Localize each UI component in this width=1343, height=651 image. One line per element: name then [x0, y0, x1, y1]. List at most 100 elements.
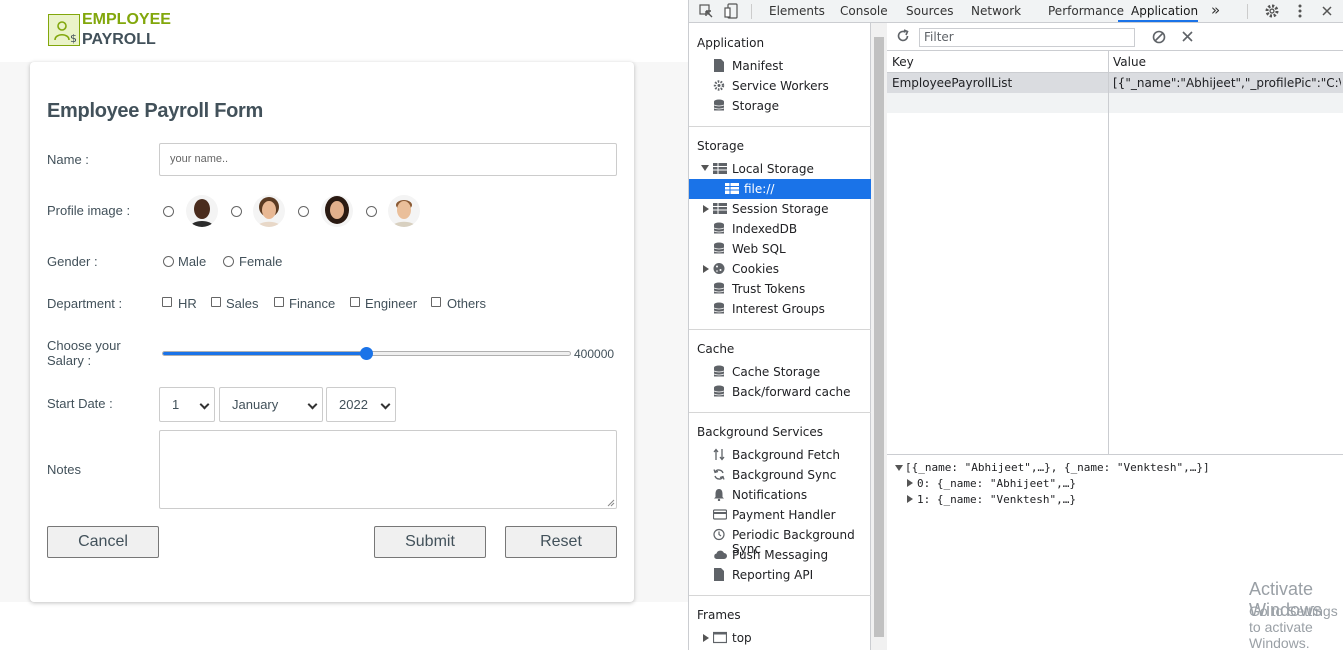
year-select[interactable]: 2022: [326, 387, 396, 422]
collapsed-triangle-icon[interactable]: [703, 265, 709, 273]
filter-input[interactable]: Filter: [919, 28, 1135, 47]
sidebar-item-frame-top[interactable]: top: [689, 628, 871, 648]
sidebar-item-back-forward-cache[interactable]: Back/forward cache: [689, 382, 871, 402]
sidebar-item-label: Interest Groups: [732, 302, 825, 316]
inspect-element-icon[interactable]: [698, 3, 714, 19]
delete-selected-icon[interactable]: [1181, 30, 1194, 43]
collapsed-triangle-icon[interactable]: [703, 205, 709, 213]
table-row[interactable]: EmployeePayrollList [{"_name":"Abhijeet"…: [887, 73, 1343, 93]
name-input[interactable]: your name..: [159, 143, 617, 176]
sidebar-item-service-workers[interactable]: Service Workers: [689, 76, 871, 96]
salary-label-line1: Choose your: [47, 338, 121, 353]
sidebar-item-periodic-background-sync[interactable]: Periodic Background Sync: [689, 525, 871, 556]
database-icon: [713, 242, 725, 254]
sidebar-item-background-fetch[interactable]: Background Fetch: [689, 445, 871, 465]
profile-avatar-2-icon: [253, 195, 285, 227]
sidebar-item-push-messaging[interactable]: Push Messaging: [689, 545, 871, 565]
gender-male-radio[interactable]: [163, 256, 174, 267]
gender-female-radio[interactable]: [223, 256, 234, 267]
sidebar-item-indexeddb[interactable]: IndexedDB: [689, 219, 871, 239]
tab-network[interactable]: Network: [971, 4, 1021, 18]
sidebar-item-trust-tokens[interactable]: Trust Tokens: [689, 279, 871, 299]
table-icon: [725, 183, 739, 194]
sidebar-item-cache-storage[interactable]: Cache Storage: [689, 362, 871, 382]
department-sales-checkbox[interactable]: [211, 297, 221, 307]
department-engineer-checkbox[interactable]: [350, 297, 360, 307]
sidebar-item-label: Web SQL: [732, 242, 786, 256]
close-devtools-icon[interactable]: [1319, 3, 1335, 19]
sidebar-item-label: Notifications: [732, 488, 808, 502]
resize-handle-icon[interactable]: [607, 499, 615, 507]
reset-button[interactable]: Reset: [505, 526, 617, 558]
department-others-checkbox[interactable]: [431, 297, 441, 307]
month-value: January: [232, 397, 279, 412]
sidebar-item-interest-groups[interactable]: Interest Groups: [689, 299, 871, 319]
gender-male-label: Male: [178, 254, 207, 269]
sidebar-item-reporting-api[interactable]: Reporting API: [689, 565, 871, 585]
section-storage: Storage: [697, 139, 744, 153]
sidebar-scrollbar[interactable]: [871, 23, 887, 650]
sidebar-item-file-origin[interactable]: file://: [689, 179, 871, 199]
sidebar-item-background-sync[interactable]: Background Sync: [689, 465, 871, 485]
department-finance-checkbox[interactable]: [274, 297, 284, 307]
logo: $ EMPLOYEE PAYROLL: [48, 10, 171, 50]
tab-performance[interactable]: Performance: [1048, 4, 1124, 18]
tab-divider: [751, 4, 752, 19]
more-tabs-button[interactable]: »: [1211, 1, 1220, 19]
more-options-icon[interactable]: [1292, 3, 1308, 19]
gear-icon: [713, 80, 725, 91]
chevron-down-icon: [380, 399, 391, 410]
sidebar-item-label: Manifest: [732, 59, 784, 73]
sidebar-item-web-sql[interactable]: Web SQL: [689, 239, 871, 259]
sidebar-item-local-storage[interactable]: Local Storage: [689, 159, 871, 179]
devtools-tab-bar: Elements Console Sources Network Perform…: [689, 0, 1343, 23]
clear-all-icon[interactable]: [1152, 30, 1166, 44]
sidebar-item-notifications[interactable]: Notifications: [689, 485, 871, 505]
month-select[interactable]: January: [219, 387, 323, 422]
cancel-button[interactable]: Cancel: [47, 526, 159, 558]
expanded-triangle-icon[interactable]: [895, 465, 903, 471]
section-divider: [689, 126, 871, 127]
notes-textarea[interactable]: [159, 430, 617, 509]
day-select[interactable]: 1: [159, 387, 215, 422]
sidebar-item-label: Background Sync: [732, 468, 837, 482]
department-hr-checkbox[interactable]: [162, 297, 172, 307]
collapsed-triangle-icon[interactable]: [907, 495, 913, 503]
tab-sources[interactable]: Sources: [906, 4, 953, 18]
refresh-icon[interactable]: [896, 29, 910, 43]
expanded-triangle-icon[interactable]: [701, 165, 709, 171]
collapsed-triangle-icon[interactable]: [907, 479, 913, 487]
collapsed-triangle-icon[interactable]: [703, 634, 709, 642]
department-finance-label: Finance: [289, 296, 336, 311]
gender-female-label: Female: [239, 254, 283, 269]
sidebar-item-manifest[interactable]: Manifest: [689, 56, 871, 76]
empty-table-row[interactable]: [887, 93, 1343, 113]
submit-button[interactable]: Submit: [374, 526, 486, 558]
sidebar-item-payment-handler[interactable]: Payment Handler: [689, 505, 871, 525]
sidebar-item-session-storage[interactable]: Session Storage: [689, 199, 871, 219]
sidebar-item-cookies[interactable]: Cookies: [689, 259, 871, 279]
profile-radio-3[interactable]: [298, 206, 309, 217]
settings-gear-icon[interactable]: [1264, 3, 1280, 19]
profile-radio-1[interactable]: [163, 206, 174, 217]
sidebar-scrollbar-thumb[interactable]: [874, 37, 884, 637]
tab-elements[interactable]: Elements: [769, 4, 825, 18]
tab-console[interactable]: Console: [840, 4, 888, 18]
key-column-header[interactable]: Key: [892, 55, 914, 69]
preview-item-0: 0: {_name: "Abhijeet",…}: [917, 477, 1076, 490]
section-application: Application: [697, 36, 765, 50]
value-column-header[interactable]: Value: [1113, 55, 1146, 69]
sidebar-item-storage[interactable]: Storage: [689, 96, 871, 116]
database-icon: [713, 222, 725, 234]
database-icon: [713, 282, 725, 294]
grid-header: Key Value: [887, 51, 1343, 73]
section-divider: [689, 329, 871, 330]
device-toolbar-icon[interactable]: [724, 3, 740, 19]
salary-slider-thumb[interactable]: [360, 347, 373, 360]
profile-radio-2[interactable]: [231, 206, 242, 217]
profile-radio-4[interactable]: [366, 206, 377, 217]
tab-application[interactable]: Application: [1131, 4, 1198, 18]
sidebar-item-label: Storage: [732, 99, 779, 113]
salary-value: 400000: [574, 347, 615, 361]
form-title: Employee Payroll Form: [47, 100, 263, 122]
